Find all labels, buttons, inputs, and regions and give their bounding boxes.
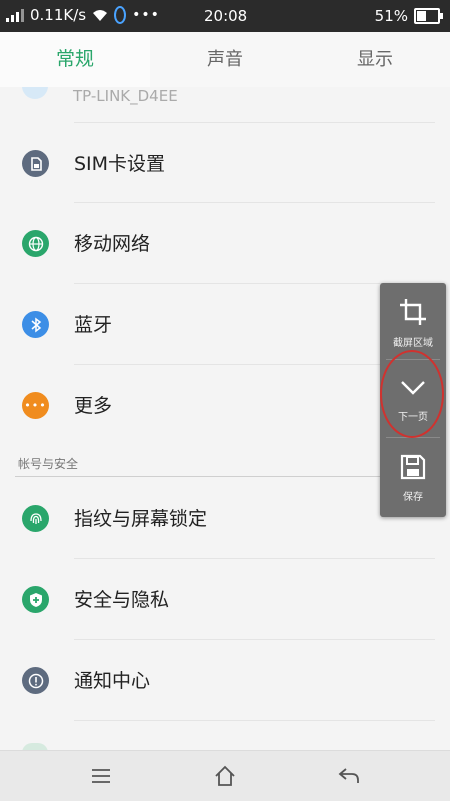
tab-bar: 常规 声音 显示 [0, 32, 450, 87]
list-item-label: 更多 [74, 395, 113, 417]
wifi-icon [93, 10, 108, 21]
alert-icon [22, 667, 49, 694]
crop-area-button[interactable]: 截屏区域 [380, 283, 446, 359]
home-icon[interactable] [213, 764, 237, 788]
list-item-notification-center[interactable]: 通知中心 [0, 640, 450, 720]
assistant-icon [114, 6, 127, 24]
wifi-network-name: TP-LINK_D4EE [73, 87, 178, 105]
list-item-label: 指纹与屏幕锁定 [74, 508, 208, 530]
list-item-label: 移动网络 [74, 233, 151, 255]
list-item-sim-settings[interactable]: SIM卡设置 [0, 123, 450, 203]
list-item-label: 蓝牙 [74, 314, 113, 336]
crop-area-label: 截屏区域 [393, 338, 433, 349]
more-dots-icon: ••• [132, 7, 160, 23]
list-item-label: 安全与隐私 [74, 589, 170, 611]
section-header: 帐号与安全 [18, 457, 79, 471]
divider [74, 720, 435, 721]
battery-percent: 51% [374, 7, 408, 25]
next-page-button[interactable]: 下一页 [380, 360, 446, 436]
tab-sound[interactable]: 声音 [150, 32, 300, 87]
network-speed: 0.11K/s [30, 6, 87, 24]
status-bar: 0.11K/s ••• 20:08 51% [0, 0, 450, 32]
shield-icon [22, 586, 49, 613]
fingerprint-icon [22, 505, 49, 532]
list-item-security-privacy[interactable]: 安全与隐私 [0, 559, 450, 639]
list-item-wifi-partial[interactable]: TP-LINK_D4EE [0, 87, 450, 122]
save-label: 保存 [403, 492, 423, 503]
navigation-bar [0, 750, 450, 801]
bluetooth-icon [22, 311, 49, 338]
menu-icon[interactable] [89, 764, 113, 788]
globe-icon [22, 230, 49, 257]
chevron-down-icon [401, 381, 425, 395]
list-item-label: SIM卡设置 [74, 153, 166, 175]
section-divider [15, 476, 435, 477]
next-page-label: 下一页 [398, 412, 428, 423]
signal-icon [6, 8, 24, 22]
list-item-mobile-network[interactable]: 移动网络 [0, 203, 450, 283]
crop-icon [400, 299, 426, 325]
list-item-label: 通知中心 [74, 670, 151, 692]
battery-icon [414, 8, 443, 24]
back-icon[interactable] [337, 764, 361, 788]
more-dots-icon: ••• [22, 392, 49, 419]
clock: 20:08 [204, 7, 248, 25]
tab-display[interactable]: 显示 [300, 32, 450, 87]
tab-general[interactable]: 常规 [0, 32, 150, 87]
save-button[interactable]: 保存 [380, 438, 446, 514]
save-icon [400, 454, 426, 480]
wifi-icon [22, 87, 48, 99]
screenshot-float-panel: 截屏区域 下一页 保存 [380, 283, 446, 517]
sim-card-icon [22, 150, 49, 177]
